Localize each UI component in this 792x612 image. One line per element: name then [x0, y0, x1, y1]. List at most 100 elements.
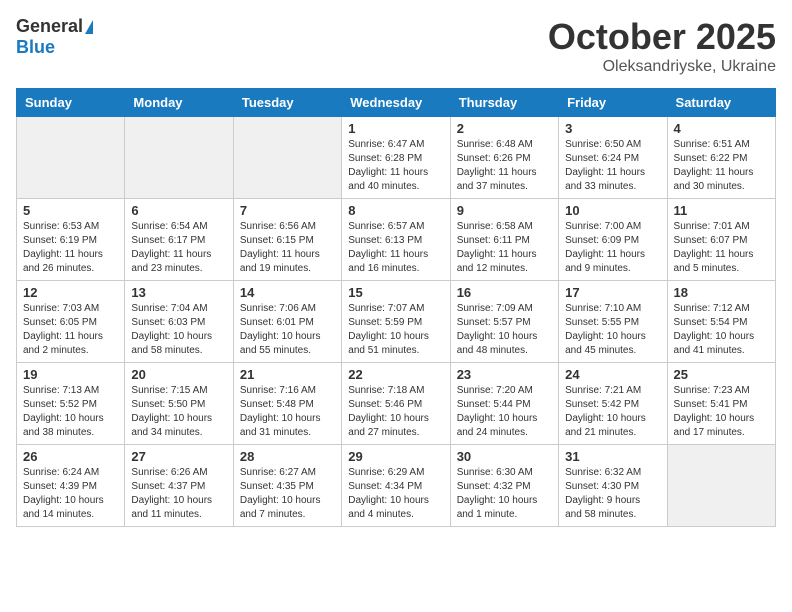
- calendar-week-2: 12Sunrise: 7:03 AM Sunset: 6:05 PM Dayli…: [17, 281, 776, 363]
- header-monday: Monday: [125, 89, 233, 117]
- day-number: 14: [240, 285, 335, 300]
- day-info: Sunrise: 6:58 AM Sunset: 6:11 PM Dayligh…: [457, 220, 552, 276]
- day-number: 15: [348, 285, 443, 300]
- day-info: Sunrise: 7:06 AM Sunset: 6:01 PM Dayligh…: [240, 302, 335, 358]
- day-number: 13: [131, 285, 226, 300]
- day-info: Sunrise: 6:53 AM Sunset: 6:19 PM Dayligh…: [23, 220, 118, 276]
- day-info: Sunrise: 7:04 AM Sunset: 6:03 PM Dayligh…: [131, 302, 226, 358]
- day-info: Sunrise: 6:57 AM Sunset: 6:13 PM Dayligh…: [348, 220, 443, 276]
- day-number: 29: [348, 449, 443, 464]
- logo-icon: [85, 20, 93, 34]
- calendar-cell: 16Sunrise: 7:09 AM Sunset: 5:57 PM Dayli…: [450, 281, 558, 363]
- day-info: Sunrise: 7:00 AM Sunset: 6:09 PM Dayligh…: [565, 220, 660, 276]
- calendar-cell: 31 Sunrise: 6:32 AM Sunset: 4:30 PM Dayli…: [559, 445, 667, 527]
- day-number: 23: [457, 367, 552, 382]
- day-number: 1: [348, 121, 443, 136]
- day-number: 9: [457, 203, 552, 218]
- day-info: Sunrise: 6:29 AM Sunset: 4:34 PM Dayligh…: [348, 466, 443, 522]
- day-number: 4: [674, 121, 769, 136]
- calendar-cell: 1 Sunrise: 6:47 AM Sunset: 6:28 PM Daylig…: [342, 117, 450, 199]
- day-number: 22: [348, 367, 443, 382]
- day-info: Sunrise: 7:15 AM Sunset: 5:50 PM Dayligh…: [131, 384, 226, 440]
- header-thursday: Thursday: [450, 89, 558, 117]
- header-tuesday: Tuesday: [233, 89, 341, 117]
- calendar-cell: [667, 445, 775, 527]
- day-number: 25: [674, 367, 769, 382]
- day-info: Sunrise: 7:21 AM Sunset: 5:42 PM Dayligh…: [565, 384, 660, 440]
- day-number: 12: [23, 285, 118, 300]
- calendar-cell: 24 Sunrise: 7:21 AM Sunset: 5:42 PM Dayli…: [559, 363, 667, 445]
- day-info: Sunrise: 7:20 AM Sunset: 5:44 PM Dayligh…: [457, 384, 552, 440]
- calendar-cell: 10 Sunrise: 7:00 AM Sunset: 6:09 PM Dayli…: [559, 199, 667, 281]
- day-number: 19: [23, 367, 118, 382]
- logo-blue-text: Blue: [16, 37, 55, 58]
- day-number: 2: [457, 121, 552, 136]
- calendar-cell: 8Sunrise: 6:57 AM Sunset: 6:13 PM Daylig…: [342, 199, 450, 281]
- logo: General Blue: [16, 16, 93, 58]
- day-info: Sunrise: 6:32 AM Sunset: 4:30 PM Dayligh…: [565, 466, 660, 522]
- day-info: Sunrise: 7:09 AM Sunset: 5:57 PM Dayligh…: [457, 302, 552, 358]
- day-info: Sunrise: 6:24 AM Sunset: 4:39 PM Dayligh…: [23, 466, 118, 522]
- logo-general-text: General: [16, 16, 83, 37]
- day-number: 30: [457, 449, 552, 464]
- calendar-week-1: 5Sunrise: 6:53 AM Sunset: 6:19 PM Daylig…: [17, 199, 776, 281]
- calendar-cell: 15 Sunrise: 7:07 AM Sunset: 5:59 PM Dayli…: [342, 281, 450, 363]
- day-number: 18: [674, 285, 769, 300]
- day-number: 28: [240, 449, 335, 464]
- calendar-cell: 28 Sunrise: 6:27 AM Sunset: 4:35 PM Dayli…: [233, 445, 341, 527]
- calendar-cell: 30Sunrise: 6:30 AM Sunset: 4:32 PM Dayli…: [450, 445, 558, 527]
- page: General Blue October 2025 Oleksandriyske…: [0, 0, 792, 543]
- calendar-cell: 12Sunrise: 7:03 AM Sunset: 6:05 PM Dayli…: [17, 281, 125, 363]
- calendar-cell: 25 Sunrise: 7:23 AM Sunset: 5:41 PM Dayli…: [667, 363, 775, 445]
- header-friday: Friday: [559, 89, 667, 117]
- calendar-cell: 14 Sunrise: 7:06 AM Sunset: 6:01 PM Dayli…: [233, 281, 341, 363]
- calendar-cell: 26 Sunrise: 6:24 AM Sunset: 4:39 PM Dayli…: [17, 445, 125, 527]
- day-info: Sunrise: 7:18 AM Sunset: 5:46 PM Dayligh…: [348, 384, 443, 440]
- day-info: Sunrise: 7:07 AM Sunset: 5:59 PM Dayligh…: [348, 302, 443, 358]
- day-info: Sunrise: 7:13 AM Sunset: 5:52 PM Dayligh…: [23, 384, 118, 440]
- calendar-cell: 7 Sunrise: 6:56 AM Sunset: 6:15 PM Daylig…: [233, 199, 341, 281]
- calendar-cell: 2 Sunrise: 6:48 AM Sunset: 6:26 PM Daylig…: [450, 117, 558, 199]
- calendar-cell: 18Sunrise: 7:12 AM Sunset: 5:54 PM Dayli…: [667, 281, 775, 363]
- day-number: 31: [565, 449, 660, 464]
- calendar-cell: 20 Sunrise: 7:15 AM Sunset: 5:50 PM Dayli…: [125, 363, 233, 445]
- day-info: Sunrise: 6:56 AM Sunset: 6:15 PM Dayligh…: [240, 220, 335, 276]
- calendar-cell: 29 Sunrise: 6:29 AM Sunset: 4:34 PM Dayli…: [342, 445, 450, 527]
- day-number: 7: [240, 203, 335, 218]
- calendar-cell: 6 Sunrise: 6:54 AM Sunset: 6:17 PM Daylig…: [125, 199, 233, 281]
- month-title: October 2025: [548, 16, 776, 58]
- day-info: Sunrise: 6:54 AM Sunset: 6:17 PM Dayligh…: [131, 220, 226, 276]
- calendar-cell: 17Sunrise: 7:10 AM Sunset: 5:55 PM Dayli…: [559, 281, 667, 363]
- calendar-cell: [17, 117, 125, 199]
- calendar-cell: 23 Sunrise: 7:20 AM Sunset: 5:44 PM Dayli…: [450, 363, 558, 445]
- day-number: 6: [131, 203, 226, 218]
- day-info: Sunrise: 6:27 AM Sunset: 4:35 PM Dayligh…: [240, 466, 335, 522]
- header-sunday: Sunday: [17, 89, 125, 117]
- header: General Blue October 2025 Oleksandriyske…: [16, 16, 776, 76]
- day-info: Sunrise: 6:48 AM Sunset: 6:26 PM Dayligh…: [457, 138, 552, 194]
- header-wednesday: Wednesday: [342, 89, 450, 117]
- day-number: 17: [565, 285, 660, 300]
- calendar-cell: 11Sunrise: 7:01 AM Sunset: 6:07 PM Dayli…: [667, 199, 775, 281]
- calendar-cell: 19 Sunrise: 7:13 AM Sunset: 5:52 PM Dayli…: [17, 363, 125, 445]
- day-number: 24: [565, 367, 660, 382]
- calendar-week-4: 26 Sunrise: 6:24 AM Sunset: 4:39 PM Dayli…: [17, 445, 776, 527]
- calendar-cell: 13 Sunrise: 7:04 AM Sunset: 6:03 PM Dayli…: [125, 281, 233, 363]
- day-number: 20: [131, 367, 226, 382]
- day-number: 21: [240, 367, 335, 382]
- location: Oleksandriyske, Ukraine: [548, 58, 776, 76]
- calendar-cell: [125, 117, 233, 199]
- day-info: Sunrise: 7:23 AM Sunset: 5:41 PM Dayligh…: [674, 384, 769, 440]
- day-number: 10: [565, 203, 660, 218]
- calendar-cell: 3Sunrise: 6:50 AM Sunset: 6:24 PM Daylig…: [559, 117, 667, 199]
- day-number: 26: [23, 449, 118, 464]
- calendar-cell: 27Sunrise: 6:26 AM Sunset: 4:37 PM Dayli…: [125, 445, 233, 527]
- header-saturday: Saturday: [667, 89, 775, 117]
- calendar-week-0: 1 Sunrise: 6:47 AM Sunset: 6:28 PM Daylig…: [17, 117, 776, 199]
- day-info: Sunrise: 6:26 AM Sunset: 4:37 PM Dayligh…: [131, 466, 226, 522]
- day-number: 11: [674, 203, 769, 218]
- calendar-cell: 9 Sunrise: 6:58 AM Sunset: 6:11 PM Daylig…: [450, 199, 558, 281]
- calendar-week-3: 19 Sunrise: 7:13 AM Sunset: 5:52 PM Dayli…: [17, 363, 776, 445]
- day-info: Sunrise: 6:47 AM Sunset: 6:28 PM Dayligh…: [348, 138, 443, 194]
- day-info: Sunrise: 6:51 AM Sunset: 6:22 PM Dayligh…: [674, 138, 769, 194]
